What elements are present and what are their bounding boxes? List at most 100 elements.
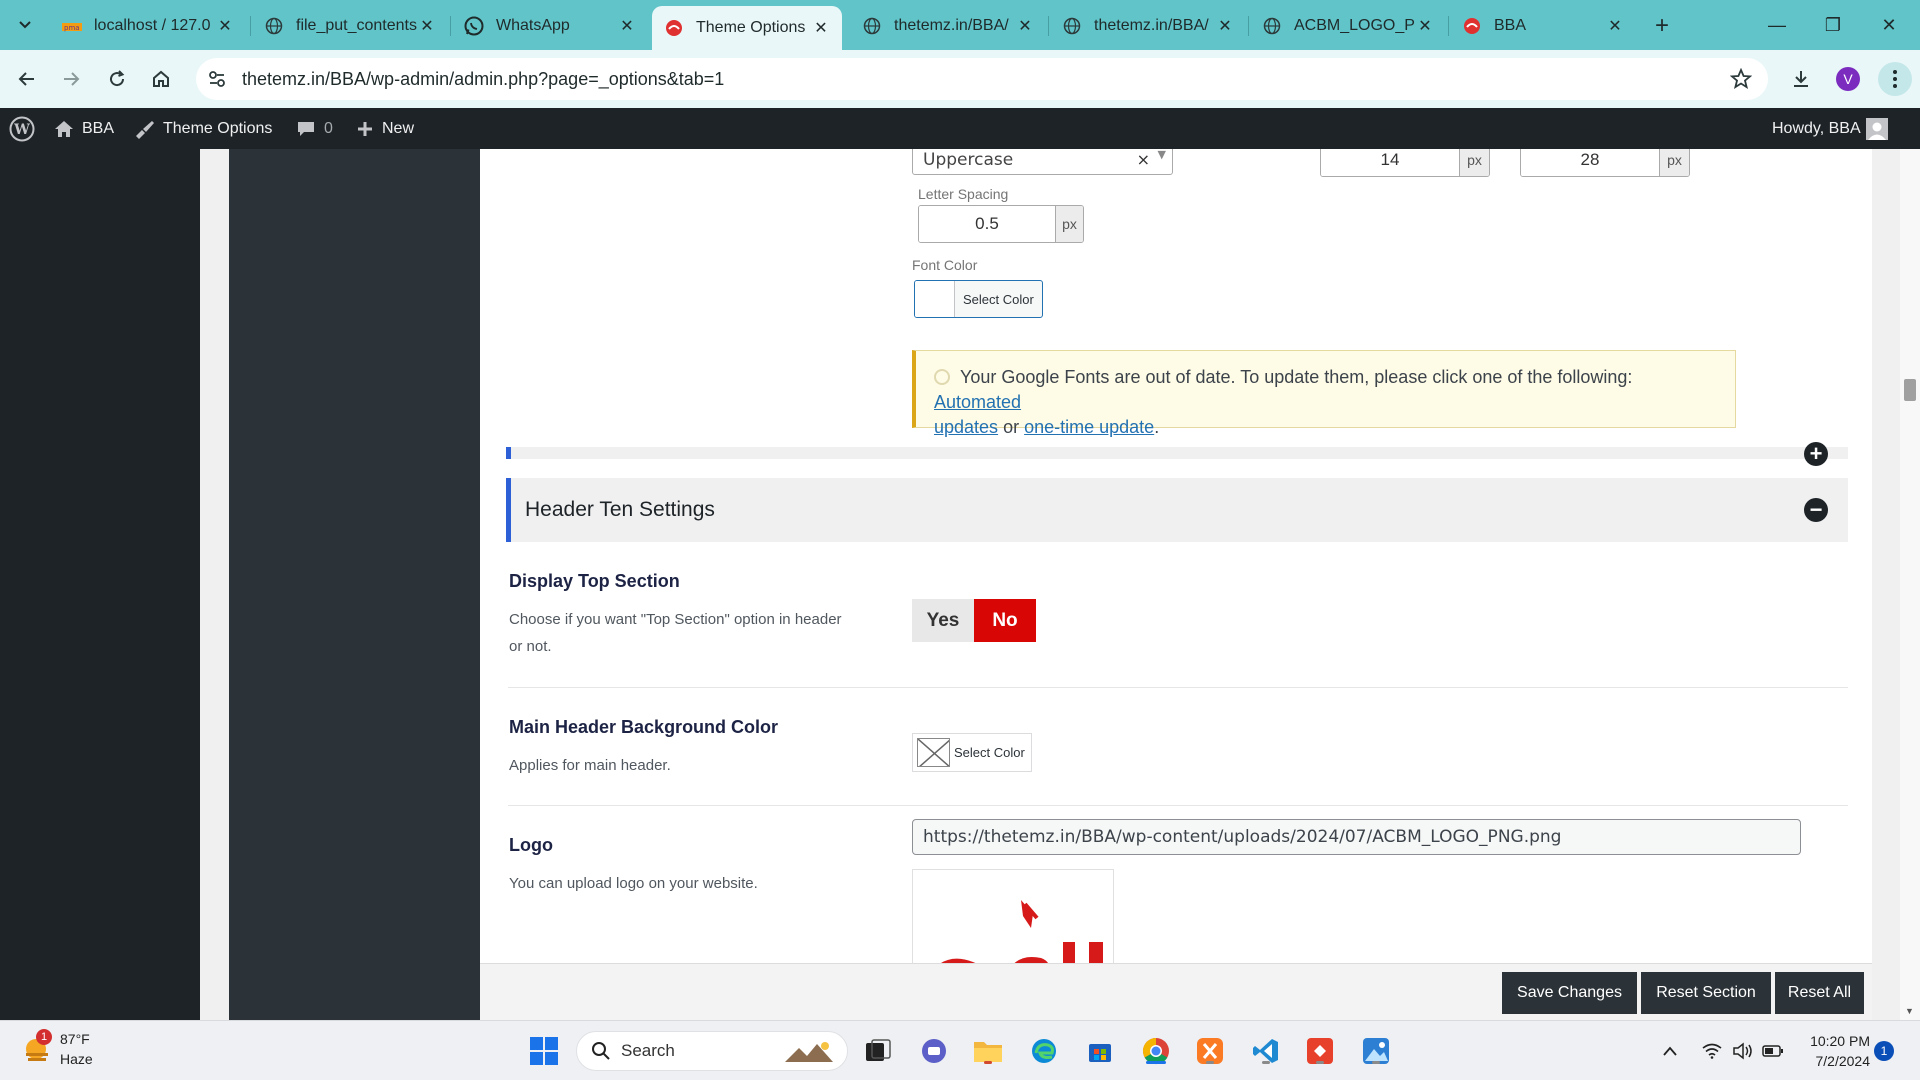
xampp-button[interactable] [1194, 1035, 1226, 1067]
reload-button[interactable] [102, 64, 132, 94]
font-color-label: Font Color [912, 257, 978, 273]
comments-menu[interactable]: 0 [296, 108, 333, 149]
bookmark-star-icon[interactable] [1729, 67, 1753, 95]
font-size-field[interactable]: 14 px [1320, 149, 1490, 177]
address-bar[interactable]: thetemz.in/BBA/wp-admin/admin.php?page=_… [196, 58, 1768, 100]
wifi-status[interactable] [1702, 1039, 1722, 1063]
tab-acbm-logo[interactable]: ACBM_LOGO_PN ✕ [1250, 8, 1446, 44]
start-button[interactable] [528, 1035, 560, 1067]
close-icon[interactable]: ✕ [1416, 17, 1434, 35]
windows-taskbar: 1 87°F Haze Search 10:20 PM 7/2/2024 1 [0, 1020, 1920, 1080]
plus-icon: + [1654, 12, 1669, 39]
wp-logo-menu[interactable]: W [9, 108, 43, 149]
line-height-input[interactable]: 28 [1521, 149, 1659, 176]
font-color-picker[interactable]: Select Color [914, 280, 1043, 318]
taskbar-search[interactable]: Search [576, 1031, 848, 1071]
bba-logo-icon [1462, 16, 1482, 36]
close-icon[interactable]: ✕ [418, 17, 436, 35]
reset-all-button[interactable]: Reset All [1775, 972, 1864, 1014]
wordpress-logo-icon: W [9, 116, 35, 141]
wp-admin-bar: W BBA Theme Options 0 New Howdy, BBA [0, 108, 1920, 149]
close-icon[interactable]: ✕ [1216, 17, 1234, 35]
volume-status[interactable] [1732, 1039, 1754, 1063]
tab-title: WhatsApp [496, 17, 570, 34]
letter-spacing-field[interactable]: 0.5 px [918, 205, 1084, 243]
bg-color-picker[interactable]: Select Color [912, 733, 1032, 772]
color-swatch [915, 281, 955, 317]
forward-button[interactable] [56, 64, 86, 94]
file-explorer-button[interactable] [972, 1035, 1004, 1067]
collapse-minus-icon[interactable]: − [1804, 498, 1828, 522]
weather-widget[interactable]: 1 87°F Haze [20, 1028, 93, 1069]
page-scrollbar[interactable]: ▼ [1900, 149, 1920, 1020]
profile-avatar[interactable]: V [1836, 67, 1860, 91]
site-info-icon[interactable] [200, 62, 234, 96]
tab-whatsapp[interactable]: WhatsApp ✕ [452, 8, 648, 44]
section-title: Header Ten Settings [525, 498, 715, 521]
save-changes-button[interactable]: Save Changes [1502, 972, 1637, 1014]
store-button[interactable] [1084, 1035, 1116, 1067]
tab-localhost[interactable]: pma localhost / 127.0 ✕ [50, 8, 246, 44]
one-time-update-link[interactable]: one-time update [1024, 417, 1154, 437]
user-avatar[interactable] [1866, 118, 1888, 140]
notification-badge[interactable]: 1 [1874, 1041, 1894, 1061]
reset-section-button[interactable]: Reset Section [1641, 972, 1771, 1014]
my-account-menu[interactable]: Howdy, BBA [1772, 108, 1861, 149]
home-icon [153, 70, 169, 87]
expand-plus-icon[interactable]: + [1804, 442, 1828, 466]
battery-icon [1762, 1045, 1783, 1057]
teams-button[interactable] [918, 1035, 950, 1067]
switch-no-option[interactable]: No [974, 599, 1036, 642]
scrollbar-thumb[interactable] [1904, 379, 1916, 401]
top-section-switch[interactable]: Yes No [912, 599, 1036, 642]
chrome-button[interactable] [1140, 1035, 1172, 1067]
tab-thetemz-2[interactable]: thetemz.in/BBA/ ✕ [1050, 8, 1246, 44]
tab-title: BBA [1494, 17, 1527, 34]
scroll-down-icon[interactable]: ▼ [1905, 1006, 1914, 1016]
text-transform-select[interactable]: Uppercase × ▼ [912, 149, 1173, 175]
close-icon[interactable]: ✕ [812, 19, 830, 37]
tab-file-put-contents[interactable]: file_put_contents ✕ [252, 8, 448, 44]
home-button[interactable] [146, 64, 176, 94]
letter-spacing-input[interactable]: 0.5 [919, 206, 1055, 242]
vscode-button[interactable] [1250, 1035, 1282, 1067]
comment-icon [298, 121, 314, 136]
show-hidden-icons-button[interactable] [1662, 1039, 1678, 1063]
edge-button[interactable] [1028, 1035, 1060, 1067]
tab-bba[interactable]: BBA ✕ [1450, 8, 1636, 44]
new-content-menu[interactable]: New [356, 108, 414, 149]
close-icon[interactable]: ✕ [1016, 17, 1034, 35]
browser-menu-button[interactable] [1878, 62, 1912, 96]
minimize-button[interactable]: — [1754, 10, 1800, 40]
close-icon[interactable]: ✕ [1606, 17, 1624, 35]
git-app-button[interactable] [1304, 1035, 1336, 1067]
tab-separator [1448, 16, 1449, 36]
close-icon[interactable]: ✕ [618, 17, 636, 35]
clear-icon[interactable]: × [1137, 150, 1150, 169]
reload-icon [110, 70, 125, 87]
clock-date: 7/2/2024 [1815, 1053, 1871, 1069]
switch-yes-option[interactable]: Yes [912, 599, 974, 642]
tab-search-button[interactable] [10, 10, 40, 40]
close-window-button[interactable]: ✕ [1866, 10, 1912, 40]
restore-button[interactable]: ❐ [1810, 10, 1856, 40]
site-name-menu[interactable]: BBA [54, 108, 114, 149]
font-size-input[interactable]: 14 [1321, 149, 1459, 176]
back-button[interactable] [12, 64, 42, 94]
tab-thetemz-1[interactable]: thetemz.in/BBA/ ✕ [850, 8, 1046, 44]
line-height-field[interactable]: 28 px [1520, 149, 1690, 177]
theme-options-menu[interactable]: Theme Options [133, 108, 272, 149]
new-tab-button[interactable]: + [1648, 12, 1676, 40]
task-view-button[interactable] [862, 1035, 894, 1067]
battery-status[interactable] [1762, 1039, 1784, 1063]
system-clock[interactable]: 10:20 PM 7/2/2024 [1800, 1031, 1870, 1071]
close-icon[interactable]: ✕ [216, 17, 234, 35]
collapsed-section-bar[interactable] [506, 447, 1848, 459]
photos-button[interactable] [1360, 1035, 1392, 1067]
tab-theme-options[interactable]: Theme Options ✕ [652, 6, 842, 50]
tab-title: Theme Options [696, 19, 806, 36]
section-header[interactable]: Header Ten Settings [506, 478, 1848, 542]
logo-url-input[interactable]: https://thetemz.in/BBA/wp-content/upload… [912, 819, 1801, 855]
downloads-button[interactable] [1786, 64, 1816, 94]
options-sidebar [229, 149, 480, 1020]
